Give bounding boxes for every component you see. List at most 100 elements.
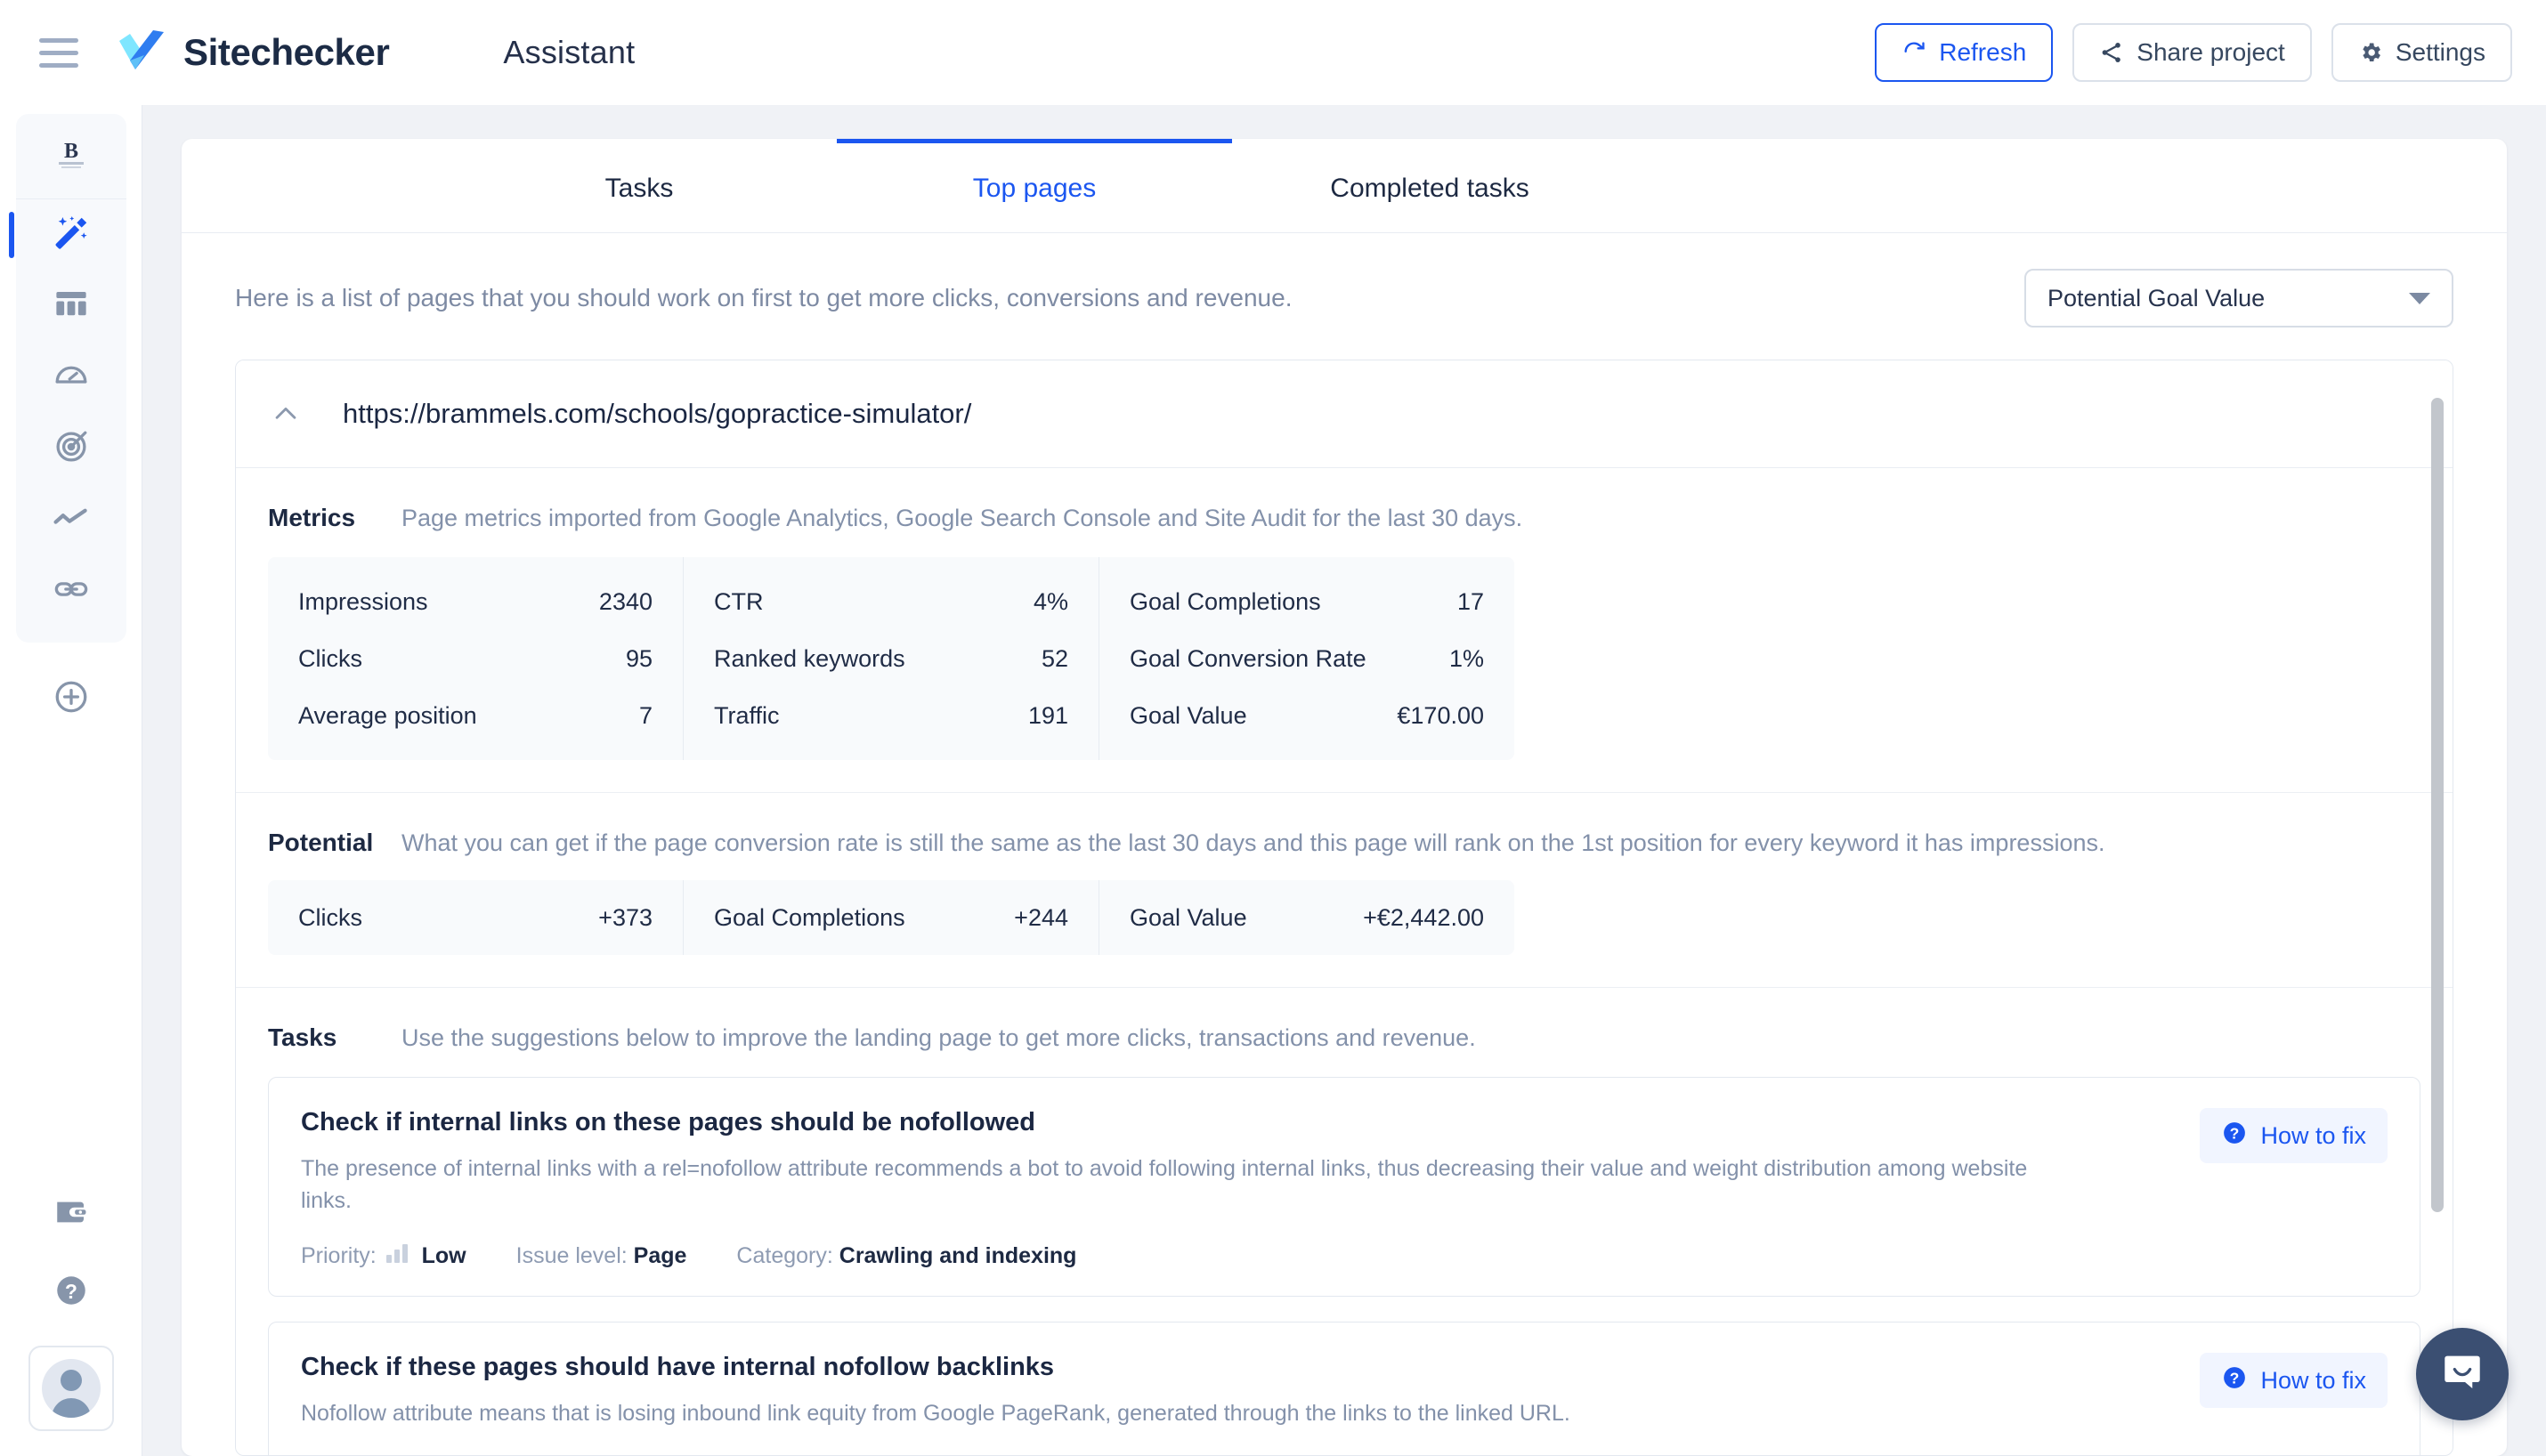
metric-row: Goal Completions +244: [684, 889, 1099, 946]
sidebar-item-assistant[interactable]: [8, 199, 126, 271]
metric-value: €170.00: [1397, 701, 1484, 729]
tasks-section: Tasks Use the suggestions below to impro…: [236, 987, 2453, 1455]
tab-tasks[interactable]: Tasks: [442, 139, 837, 232]
tab-completed-tasks[interactable]: Completed tasks: [1232, 139, 1627, 232]
intro-text: Here is a list of pages that you should …: [235, 284, 1293, 311]
metrics-title: Metrics: [268, 504, 356, 531]
sidebar-item-site-audit[interactable]: [16, 342, 126, 413]
metric-row: Average position 7: [268, 687, 683, 744]
metric-row: CTR 4%: [684, 573, 1099, 630]
brand-monogram-icon: B: [53, 134, 89, 178]
sort-select[interactable]: Potential Goal Value: [2024, 269, 2453, 328]
task-issue-level-label: Issue level:: [515, 1243, 628, 1268]
svg-text:?: ?: [2230, 1369, 2240, 1387]
potential-column: Goal Value +€2,442.00: [1099, 880, 1514, 955]
target-icon: [53, 428, 90, 470]
task-category-value: Crawling and indexing: [839, 1243, 1077, 1268]
how-to-fix-button[interactable]: ? How to fix: [2200, 1353, 2388, 1408]
metric-row: Traffic 191: [684, 687, 1099, 744]
sidebar-project-logo[interactable]: B: [15, 114, 126, 199]
chat-bubble-icon: [2439, 1349, 2485, 1400]
wallet-icon: [53, 1193, 90, 1235]
potential-column: Clicks +373: [268, 880, 683, 955]
priority-bars-icon: [385, 1243, 408, 1263]
speedometer-icon: [53, 357, 90, 399]
page-url: https://brammels.com/schools/gopractice-…: [343, 398, 972, 429]
task-title: Check if these pages should have interna…: [301, 1353, 1055, 1381]
avatar-head: [60, 1370, 82, 1391]
metric-label: Goal Completions: [714, 903, 905, 931]
gear-icon: [2358, 40, 2383, 65]
metric-label: Clicks: [298, 903, 362, 931]
metric-label: Goal Value: [1130, 903, 1247, 931]
task-card: Check if these pages should have interna…: [268, 1322, 2420, 1455]
metric-value: +€2,442.00: [1363, 903, 1484, 931]
hamburger-line: [39, 62, 78, 68]
task-card: Check if internal links on these pages s…: [268, 1077, 2420, 1297]
brand-name: Sitechecker: [183, 31, 390, 73]
task-category: Category: Crawling and indexing: [736, 1243, 1076, 1269]
metric-label: CTR: [714, 587, 764, 615]
svg-text:B: B: [63, 140, 77, 163]
metric-row: Goal Value +€2,442.00: [1099, 889, 1514, 946]
help-circle-icon: ?: [53, 1272, 90, 1314]
metrics-description: Page metrics imported from Google Analyt…: [401, 505, 1523, 531]
sidebar-add-project-button[interactable]: [16, 666, 126, 732]
sidebar-item-rank-tracker[interactable]: [16, 413, 126, 484]
metrics-column: Goal Completions 17 Goal Conversion Rate…: [1099, 557, 1514, 760]
app-root: Sitechecker Assistant Refresh Share proj…: [0, 0, 2546, 1456]
svg-text:?: ?: [65, 1279, 77, 1302]
hamburger-menu-icon[interactable]: [39, 35, 80, 70]
metric-label: Impressions: [298, 587, 428, 615]
tab-bar: Tasks Top pages Completed tasks: [182, 139, 2507, 233]
share-icon: [2099, 40, 2124, 65]
potential-heading: Potential What you can get if the page c…: [268, 829, 2420, 857]
metrics-table: Impressions 2340 Clicks 95 Average posit…: [268, 557, 1514, 760]
task-meta: Priority: Low Issue level: Page Category…: [301, 1243, 2173, 1269]
metric-value: 7: [638, 701, 653, 729]
metric-value: 52: [1041, 644, 1068, 672]
settings-button[interactable]: Settings: [2331, 23, 2512, 82]
metrics-section: Metrics Page metrics imported from Googl…: [236, 468, 2453, 792]
magic-wand-icon: [51, 213, 92, 258]
potential-section: Potential What you can get if the page c…: [236, 792, 2453, 987]
sidebar-nav-group: B: [8, 114, 126, 643]
intro-row: Here is a list of pages that you should …: [182, 233, 2507, 328]
settings-button-label: Settings: [2395, 38, 2485, 66]
metric-label: Goal Completions: [1130, 587, 1321, 615]
plus-circle-icon: [53, 678, 90, 720]
metric-label: Goal Conversion Rate: [1130, 644, 1366, 672]
task-priority: Priority: Low: [301, 1243, 466, 1269]
chevron-up-icon[interactable]: [268, 399, 304, 429]
tasks-title: Tasks: [268, 1023, 337, 1051]
chat-widget-button[interactable]: [2416, 1328, 2509, 1420]
page-card-header[interactable]: https://brammels.com/schools/gopractice-…: [236, 360, 2453, 467]
brand-logo[interactable]: Sitechecker: [118, 28, 390, 77]
user-avatar-button[interactable]: [28, 1346, 114, 1431]
potential-table: Clicks +373 Goal Completions +244 Goal V…: [268, 880, 1514, 955]
dashboard-columns-icon: [53, 286, 90, 328]
tasks-description: Use the suggestions below to improve the…: [401, 1024, 1476, 1051]
sidebar-item-billing[interactable]: [16, 1178, 126, 1250]
sidebar-bottom-group: ?: [16, 1178, 126, 1456]
tab-top-pages[interactable]: Top pages: [837, 139, 1232, 232]
share-project-button[interactable]: Share project: [2072, 23, 2312, 82]
how-to-fix-button[interactable]: ? How to fix: [2200, 1108, 2388, 1163]
help-circle-filled-icon: ?: [2221, 1120, 2248, 1153]
how-to-fix-label: How to fix: [2260, 1366, 2366, 1394]
sidebar-item-traffic[interactable]: [16, 484, 126, 555]
refresh-button[interactable]: Refresh: [1875, 23, 2054, 82]
user-avatar-icon: [41, 1359, 101, 1418]
metric-row: Impressions 2340: [268, 573, 683, 630]
vertical-scrollbar[interactable]: [2431, 398, 2444, 1212]
potential-title: Potential: [268, 829, 374, 856]
how-to-fix-label: How to fix: [2260, 1121, 2366, 1149]
sidebar-item-help[interactable]: ?: [16, 1257, 126, 1328]
metric-value: 4%: [1033, 587, 1068, 615]
content-panel: Tasks Top pages Completed tasks Here is …: [182, 139, 2507, 1456]
metric-value: 2340: [598, 587, 653, 615]
sidebar-item-dashboard[interactable]: [16, 271, 126, 342]
avatar-body: [51, 1398, 91, 1418]
potential-column: Goal Completions +244: [683, 880, 1099, 955]
sidebar-item-backlinks[interactable]: [16, 555, 126, 627]
